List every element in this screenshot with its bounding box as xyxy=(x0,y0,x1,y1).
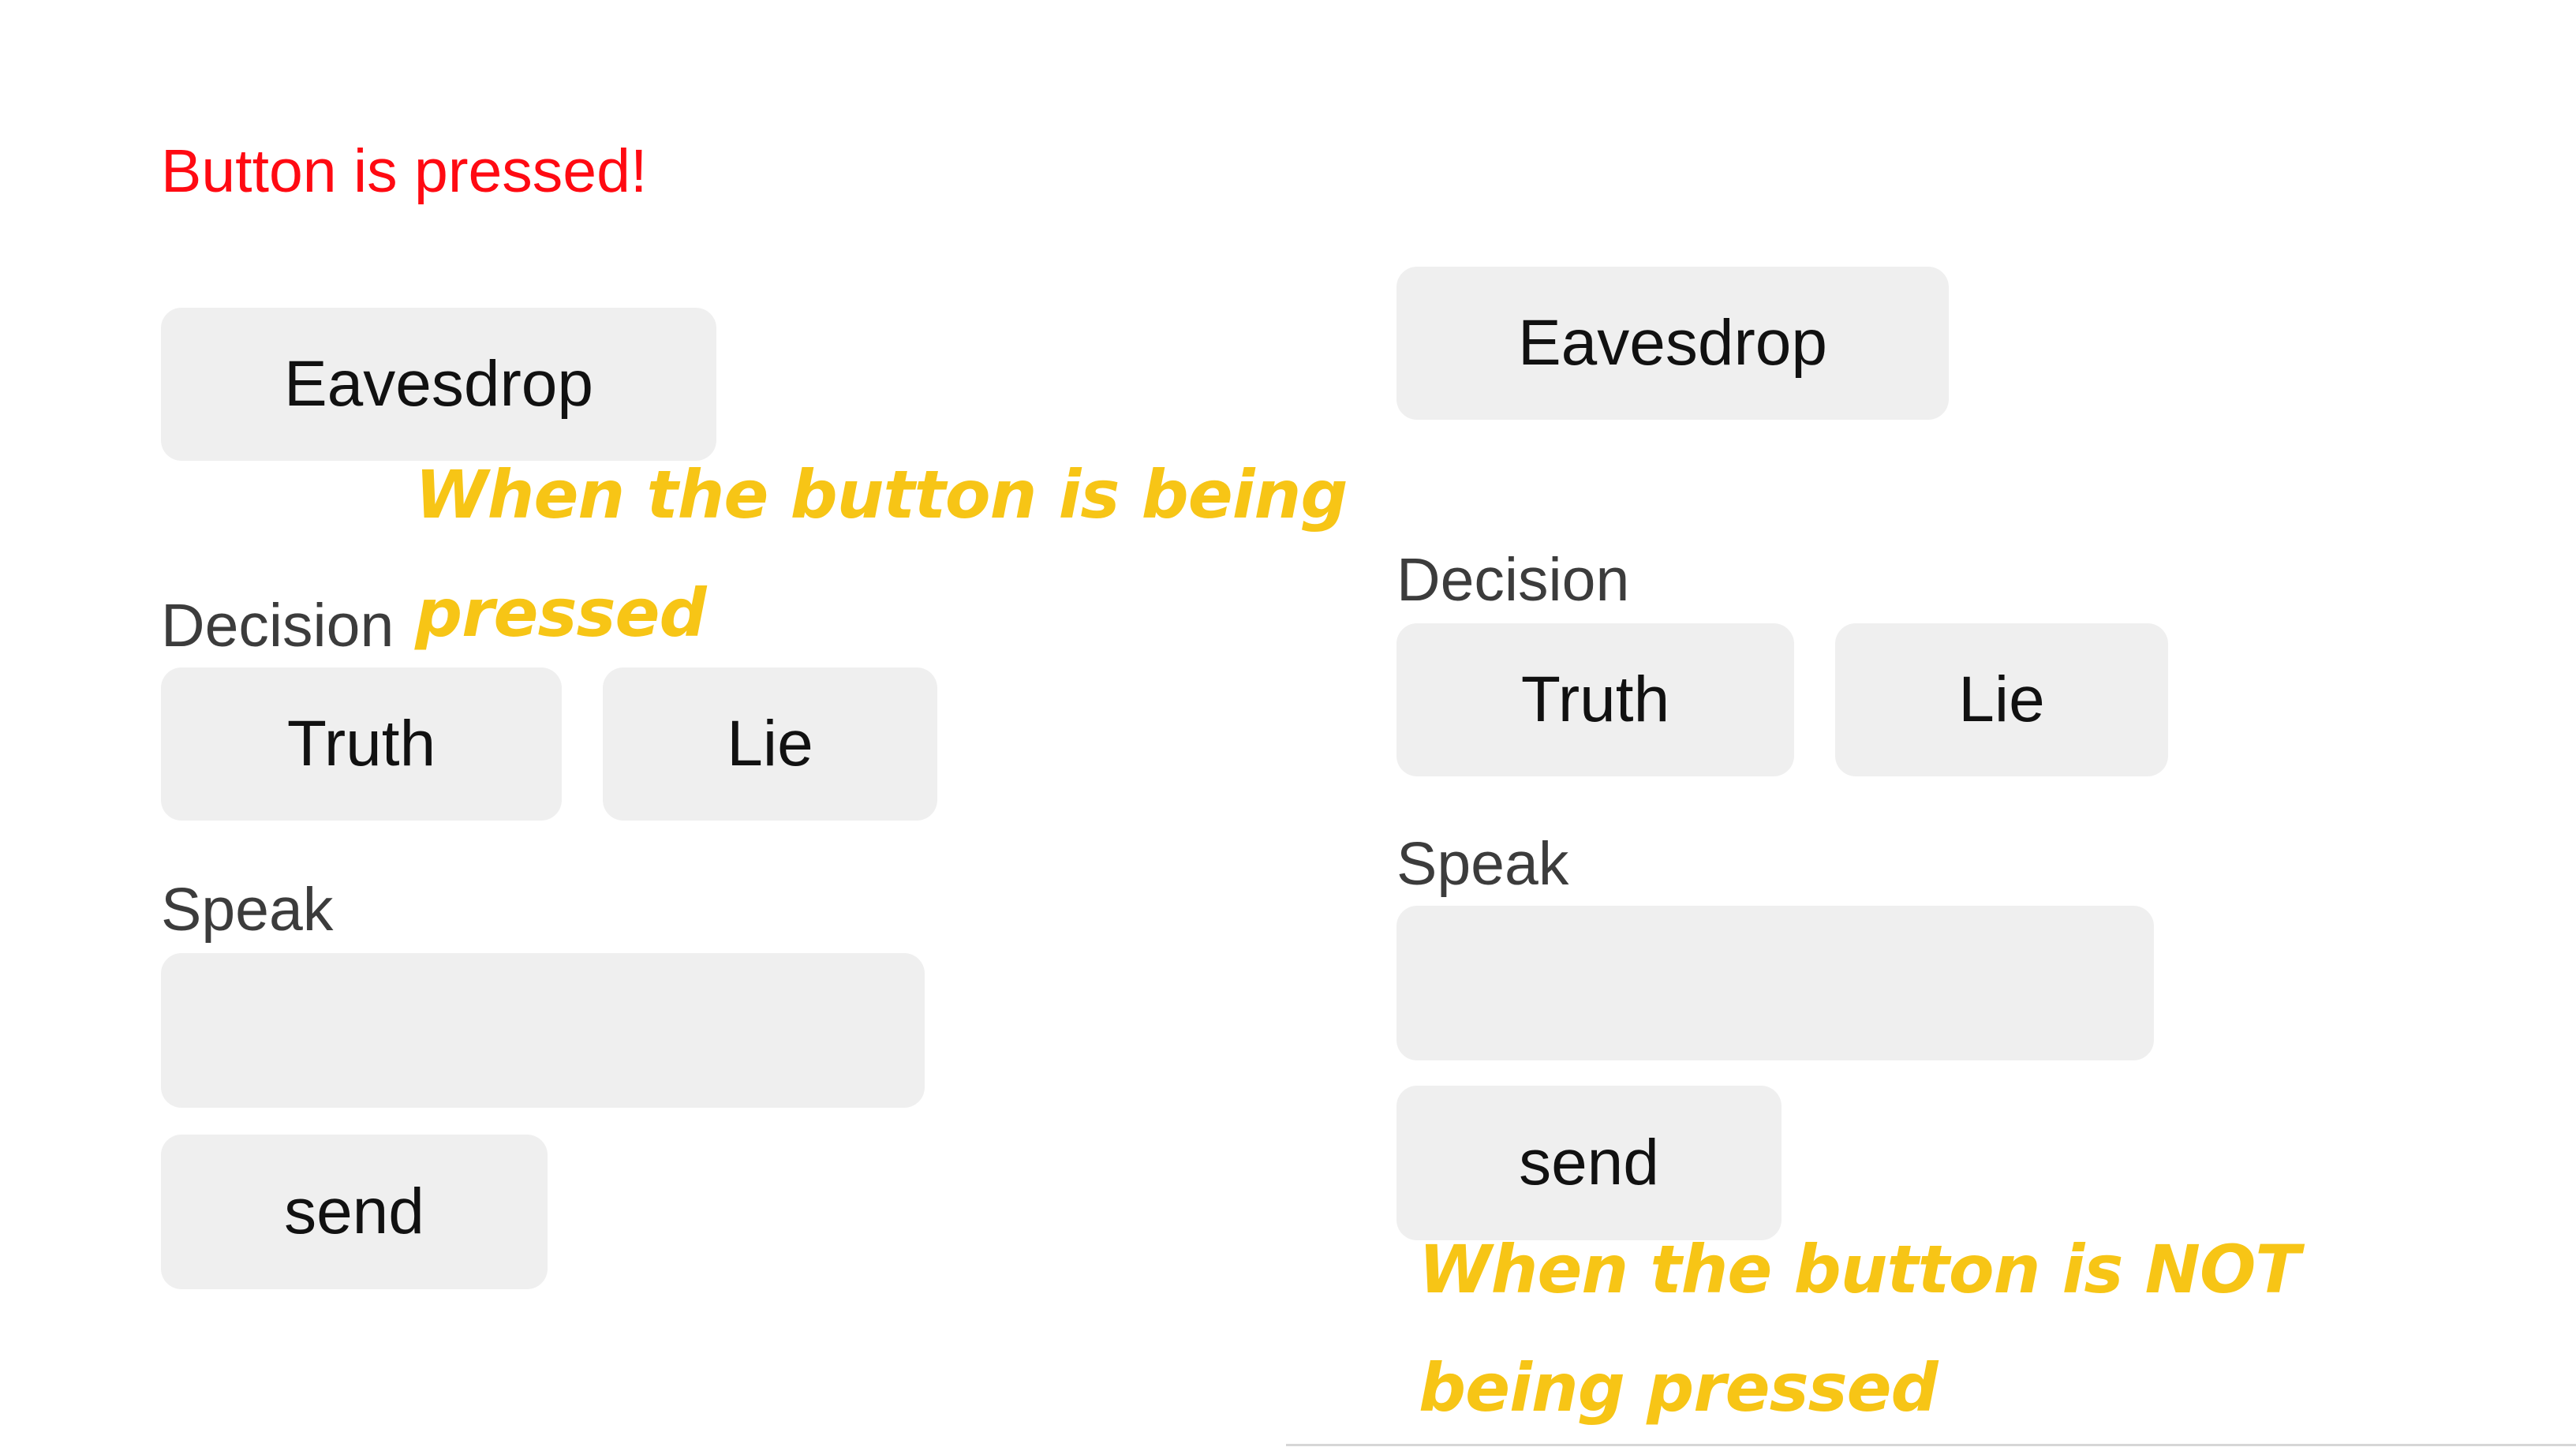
not-pressed-annotation-line1: When the button is NOT xyxy=(1419,1231,2301,1308)
lie-button[interactable]: Lie xyxy=(1835,623,2168,776)
decision-label: Decision xyxy=(1396,546,1630,614)
speak-label: Speak xyxy=(161,876,334,944)
truth-button[interactable]: Truth xyxy=(1396,623,1794,776)
pressed-state-panel: Button is pressed! Eavesdrop Decision Tr… xyxy=(0,0,1348,1447)
not-pressed-state-panel: Eavesdrop Decision Truth Lie Speak send … xyxy=(1286,0,2576,1447)
speak-input[interactable] xyxy=(1396,906,2154,1060)
pressed-annotation: When the button is being pressed xyxy=(415,436,1348,672)
not-pressed-annotation: When the button is NOT being pressed xyxy=(1419,1210,2301,1447)
pressed-annotation-line2: pressed xyxy=(415,574,707,652)
speak-label: Speak xyxy=(1396,830,1569,898)
not-pressed-annotation-line2: being pressed xyxy=(1419,1349,1939,1426)
decision-label: Decision xyxy=(161,592,394,660)
bottom-divider xyxy=(1286,1444,2576,1446)
pressed-annotation-line1: When the button is being xyxy=(415,456,1348,533)
pressed-status-text: Button is pressed! xyxy=(161,137,648,205)
eavesdrop-button[interactable]: Eavesdrop xyxy=(1396,267,1949,420)
send-button[interactable]: send xyxy=(161,1135,548,1289)
speak-input[interactable] xyxy=(161,953,925,1108)
truth-button[interactable]: Truth xyxy=(161,667,562,821)
lie-button[interactable]: Lie xyxy=(603,667,937,821)
